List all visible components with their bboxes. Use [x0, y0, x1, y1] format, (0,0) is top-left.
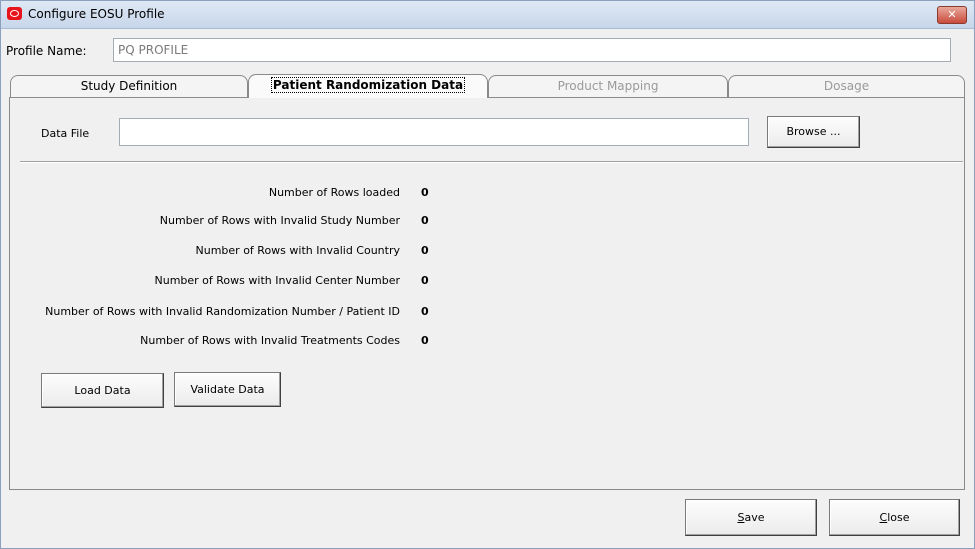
oracle-app-icon: [7, 7, 22, 20]
divider: [20, 161, 963, 163]
data-file-label: Data File: [41, 127, 90, 140]
stat-value-invalid-treatment-codes: 0: [421, 334, 429, 347]
stat-label-invalid-study-number: Number of Rows with Invalid Study Number: [159, 214, 400, 227]
stat-value-rows-loaded: 0: [421, 186, 429, 199]
tab-study-definition[interactable]: Study Definition: [10, 75, 248, 97]
stat-label-invalid-treatment-codes: Number of Rows with Invalid Treatments C…: [140, 334, 400, 347]
stat-label-invalid-randomization-number: Number of Rows with Invalid Randomizatio…: [45, 305, 400, 318]
stat-value-invalid-randomization-number: 0: [421, 305, 429, 318]
data-file-field[interactable]: [119, 118, 749, 146]
stat-label-rows-loaded: Number of Rows loaded: [268, 186, 400, 199]
tab-product-mapping: Product Mapping: [488, 75, 728, 97]
profile-name-field[interactable]: PQ PROFILE: [113, 38, 951, 62]
window-title: Configure EOSU Profile: [28, 7, 165, 21]
profile-name-label: Profile Name:: [6, 44, 87, 58]
close-label-rest: lose: [887, 511, 910, 524]
validate-data-button[interactable]: Validate Data: [174, 372, 281, 407]
close-button[interactable]: Close: [829, 499, 960, 536]
stat-value-invalid-center-number: 0: [421, 274, 429, 287]
stat-value-invalid-country: 0: [421, 244, 429, 257]
load-data-button[interactable]: Load Data: [41, 373, 164, 408]
window-close-icon[interactable]: ✕: [937, 6, 967, 24]
stat-label-invalid-country: Number of Rows with Invalid Country: [195, 244, 400, 257]
title-bar[interactable]: Configure EOSU Profile ✕: [1, 1, 974, 29]
stat-label-invalid-center-number: Number of Rows with Invalid Center Numbe…: [154, 274, 401, 287]
stat-value-invalid-study-number: 0: [421, 214, 429, 227]
tab-patient-randomization-data[interactable]: Patient Randomization Data: [248, 74, 488, 98]
save-button[interactable]: Save: [685, 499, 817, 536]
tab-patient-randomization-label: Patient Randomization Data: [270, 77, 466, 93]
tab-content-panel: [9, 97, 965, 490]
browse-button[interactable]: Browse ...: [767, 116, 860, 148]
tab-dosage: Dosage: [728, 75, 965, 97]
save-label-rest: ave: [744, 511, 765, 524]
